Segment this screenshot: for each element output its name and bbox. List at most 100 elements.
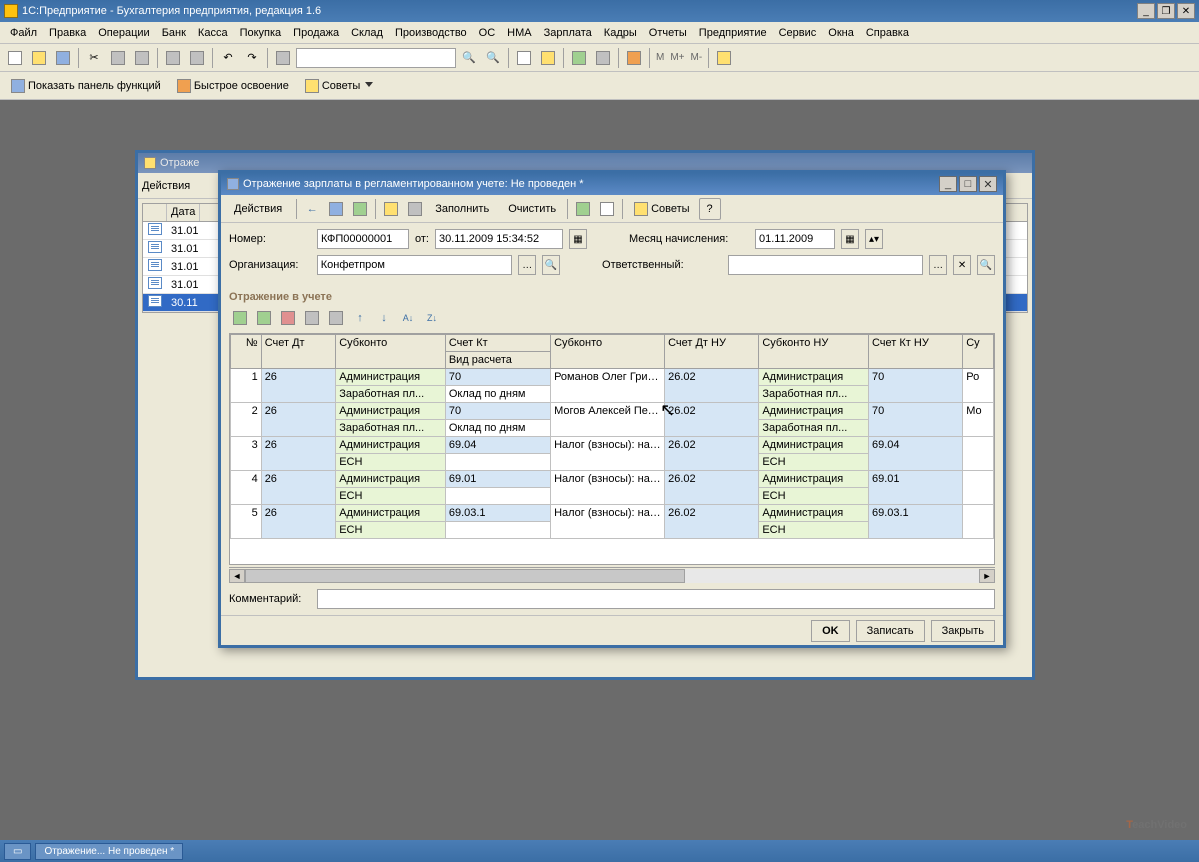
scale-m-plus[interactable]: M+ — [668, 52, 686, 63]
menu-personnel[interactable]: Кадры — [598, 24, 643, 42]
menu-os[interactable]: ОС — [473, 24, 502, 42]
calendar-icon[interactable] — [568, 47, 590, 69]
resp-input[interactable] — [728, 255, 923, 275]
col-subconto-nu[interactable]: Субконто НУ — [759, 335, 869, 369]
scroll-left-icon[interactable]: ◄ — [229, 569, 245, 583]
tips-button[interactable]: Советы — [298, 75, 380, 97]
quick-start-button[interactable]: Быстрое освоение — [170, 75, 296, 97]
resp-clear-icon[interactable]: ✕ — [953, 255, 971, 275]
menu-enterprise[interactable]: Предприятие — [693, 24, 773, 42]
menu-windows[interactable]: Окна — [822, 24, 860, 42]
show-panel-button[interactable]: Показать панель функций — [4, 75, 168, 97]
fill-button[interactable]: Заполнить — [428, 198, 499, 220]
scroll-thumb[interactable] — [245, 569, 685, 583]
new-doc-icon[interactable] — [4, 47, 26, 69]
col-acc-kt[interactable]: Счет Кт — [445, 335, 550, 352]
col-acc-dt-nu[interactable]: Счет Дт НУ — [665, 335, 759, 369]
scale-m-minus[interactable]: M- — [689, 52, 705, 63]
copy-row-icon[interactable] — [301, 307, 323, 329]
dialog-close-button[interactable]: ✕ — [979, 176, 997, 192]
comment-input[interactable] — [317, 589, 995, 609]
resp-search-icon[interactable]: 🔍 — [977, 255, 995, 275]
copy-icon[interactable] — [107, 47, 129, 69]
col-num[interactable]: № — [231, 335, 262, 369]
menu-reports[interactable]: Отчеты — [643, 24, 693, 42]
print-icon[interactable] — [162, 47, 184, 69]
restore-button[interactable]: ❐ — [1157, 3, 1175, 19]
scroll-right-icon[interactable]: ► — [979, 569, 995, 583]
undo-icon[interactable]: ↶ — [217, 47, 239, 69]
add-row-icon[interactable] — [229, 307, 251, 329]
menu-warehouse[interactable]: Склад — [345, 24, 389, 42]
menu-sale[interactable]: Продажа — [287, 24, 345, 42]
date-picker-icon[interactable]: ▦ — [569, 229, 587, 249]
menu-edit[interactable]: Правка — [43, 24, 92, 42]
tools-icon[interactable] — [713, 47, 735, 69]
menu-service[interactable]: Сервис — [773, 24, 823, 42]
month-input[interactable]: 01.11.2009 — [755, 229, 835, 249]
find-next-icon[interactable]: 🔍 — [482, 47, 504, 69]
col-acc-dt[interactable]: Счет Дт — [261, 335, 336, 369]
taskbar-item[interactable]: ▭ — [4, 843, 31, 860]
dialog-help-icon[interactable]: ? — [699, 198, 721, 220]
minimize-button[interactable]: _ — [1137, 3, 1155, 19]
col-date[interactable]: Дата — [167, 204, 200, 221]
col-acc-kt-nu[interactable]: Счет Кт НУ — [868, 335, 962, 369]
nav-back-icon[interactable] — [301, 198, 323, 220]
menu-operations[interactable]: Операции — [92, 24, 155, 42]
edit-row-icon[interactable] — [325, 307, 347, 329]
post-icon[interactable] — [349, 198, 371, 220]
calc-icon[interactable] — [272, 47, 294, 69]
cut-icon[interactable]: ✂ — [83, 47, 105, 69]
folder-open-icon[interactable] — [380, 198, 402, 220]
clear-button[interactable]: Очистить — [501, 198, 563, 220]
insert-row-icon[interactable] — [253, 307, 275, 329]
copy-doc-icon[interactable] — [404, 198, 426, 220]
col-calc-type[interactable]: Вид расчета — [445, 352, 550, 369]
dialog-tips-button[interactable]: Советы — [627, 198, 696, 220]
grid-row[interactable]: 426Администрация69.01Налог (взносы): нач… — [231, 471, 994, 488]
col-su[interactable]: Су — [963, 335, 994, 369]
scale-m[interactable]: M — [654, 52, 666, 63]
dialog-minimize-button[interactable]: _ — [939, 176, 957, 192]
doc-icon[interactable] — [513, 47, 535, 69]
menu-file[interactable]: Файл — [4, 24, 43, 42]
menu-production[interactable]: Производство — [389, 24, 473, 42]
grid-row[interactable]: 526Администрация69.03.1Налог (взносы): н… — [231, 505, 994, 522]
delete-row-icon[interactable] — [277, 307, 299, 329]
dt-kt-icon[interactable] — [572, 198, 594, 220]
menu-salary[interactable]: Зарплата — [538, 24, 598, 42]
close-button[interactable]: ✕ — [1177, 3, 1195, 19]
menu-purchase[interactable]: Покупка — [234, 24, 288, 42]
grid-icon[interactable] — [592, 47, 614, 69]
grid-row[interactable]: 226Администрация70Могов Алексей Петрович… — [231, 403, 994, 420]
org-search-icon[interactable]: 🔍 — [542, 255, 560, 275]
col-subconto2[interactable]: Субконто — [551, 335, 665, 369]
col-subconto[interactable]: Субконто — [336, 335, 446, 369]
date-input[interactable]: 30.11.2009 15:34:52 — [435, 229, 563, 249]
grid-row[interactable]: 326Администрация69.04Налог (взносы): нач… — [231, 437, 994, 454]
resp-select-icon[interactable]: … — [929, 255, 947, 275]
help-icon[interactable] — [537, 47, 559, 69]
menu-bank[interactable]: Банк — [156, 24, 192, 42]
paste-icon[interactable] — [131, 47, 153, 69]
back-actions-button[interactable]: Действия — [142, 180, 190, 192]
user-icon[interactable] — [623, 47, 645, 69]
preview-icon[interactable] — [186, 47, 208, 69]
move-down-icon[interactable] — [373, 307, 395, 329]
menu-help[interactable]: Справка — [860, 24, 915, 42]
report-icon[interactable] — [596, 198, 618, 220]
org-select-icon[interactable]: … — [518, 255, 536, 275]
sort-asc-icon[interactable]: A↓ — [397, 307, 419, 329]
menu-cash[interactable]: Касса — [192, 24, 234, 42]
taskbar-item[interactable]: Отражение... Не проведен * — [35, 843, 183, 860]
actions-button[interactable]: Действия — [227, 198, 292, 220]
open-icon[interactable] — [28, 47, 50, 69]
save-icon[interactable] — [52, 47, 74, 69]
month-stepper-icon[interactable]: ▴▾ — [865, 229, 883, 249]
grid-row[interactable]: 126Администрация70Романов Олег Григорьев… — [231, 369, 994, 386]
redo-icon[interactable]: ↷ — [241, 47, 263, 69]
sort-desc-icon[interactable]: Z↓ — [421, 307, 443, 329]
dialog-maximize-button[interactable]: □ — [959, 176, 977, 192]
month-picker-icon[interactable]: ▦ — [841, 229, 859, 249]
